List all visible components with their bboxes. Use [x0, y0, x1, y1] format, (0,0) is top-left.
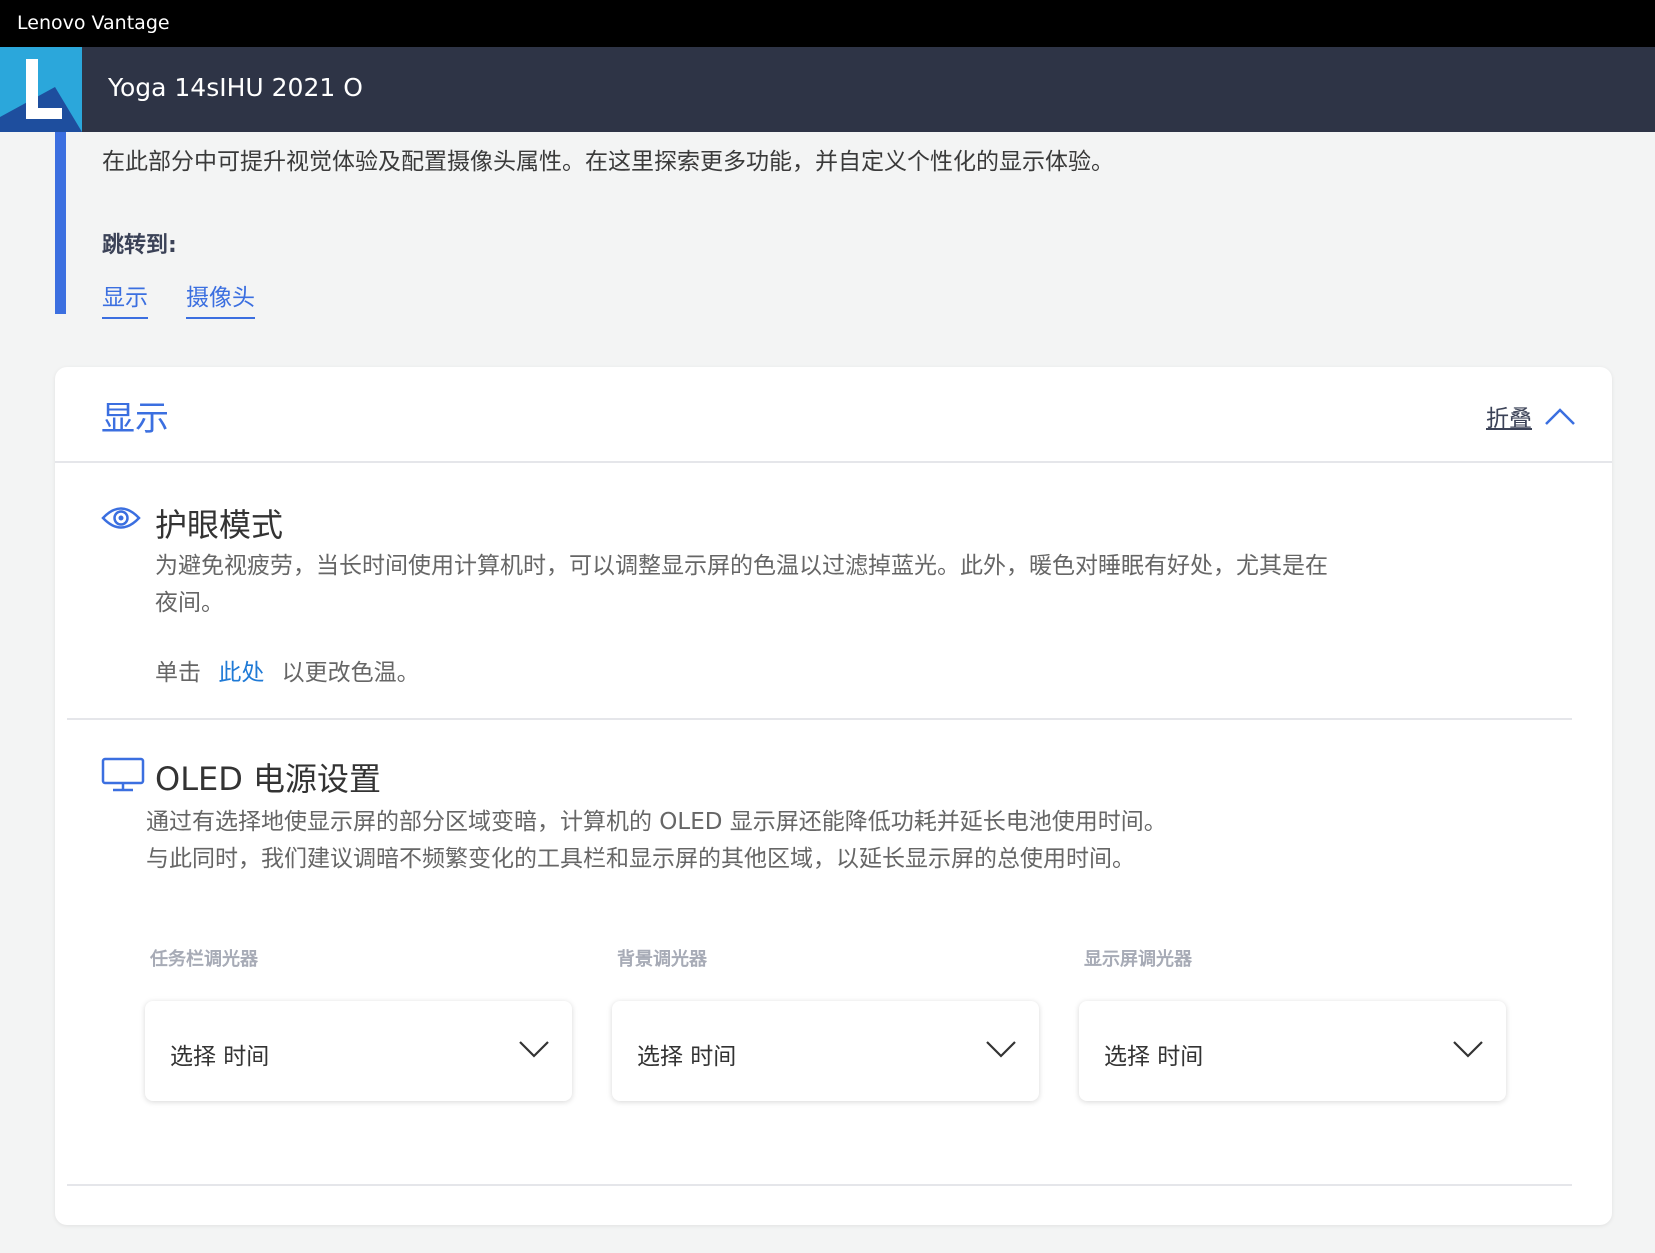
display-card: 显示 折叠 护眼模式 为避免视疲劳，当长时间使用计算机时，可以调整显示屏的色温以…	[55, 367, 1612, 1225]
oled-description: 通过有选择地使显示屏的部分区域变暗，计算机的 OLED 显示屏还能降低功耗并延长…	[146, 804, 1167, 878]
chevron-down-icon	[986, 1041, 1016, 1058]
chevron-up-icon	[1545, 408, 1575, 425]
intro-description: 在此部分中可提升视觉体验及配置摄像头属性。在这里探索更多功能，并自定义个性化的显…	[102, 149, 1114, 175]
click-prefix: 单击	[155, 660, 201, 686]
window-title: Lenovo Vantage	[17, 12, 170, 34]
eye-care-description: 为避免视疲劳，当长时间使用计算机时，可以调整显示屏的色温以过滤掉蓝光。此外，暖色…	[155, 548, 1328, 622]
background-dimmer-value: 选择 时间	[637, 1044, 737, 1070]
jump-link-display[interactable]: 显示	[102, 278, 148, 319]
change-color-temp-link[interactable]: 此处	[218, 660, 264, 686]
oled-desc-line2: 与此同时，我们建议调暗不频繁变化的工具栏和显示屏的其他区域，以延长显示屏的总使用…	[146, 846, 1135, 872]
eye-care-desc-line1: 为避免视疲劳，当长时间使用计算机时，可以调整显示屏的色温以过滤掉蓝光。此外，暖色…	[155, 553, 1328, 579]
taskbar-dimmer-select[interactable]: 选择 时间	[145, 1001, 572, 1101]
section-divider	[67, 718, 1572, 720]
display-dimmer-value: 选择 时间	[1104, 1044, 1204, 1070]
eye-care-desc-line2: 夜间。	[155, 590, 224, 616]
eye-care-click-text: 单击 此处 以更改色温。	[155, 655, 420, 692]
taskbar-dimmer-value: 选择 时间	[170, 1044, 270, 1070]
window-titlebar: Lenovo Vantage	[0, 0, 1655, 47]
eye-care-title: 护眼模式	[155, 506, 284, 544]
display-section-title: 显示	[101, 399, 169, 439]
intro-accent-bar	[55, 132, 66, 314]
collapse-label: 折叠	[1486, 406, 1532, 432]
intro-section: 在此部分中可提升视觉体验及配置摄像头属性。在这里探索更多功能，并自定义个性化的显…	[55, 132, 1555, 319]
chevron-down-icon	[519, 1041, 549, 1058]
display-dimmer-select[interactable]: 选择 时间	[1079, 1001, 1506, 1101]
lenovo-logo[interactable]	[0, 47, 82, 132]
jump-to-label: 跳转到:	[102, 233, 177, 258]
card-header-divider	[55, 461, 1612, 463]
device-name: Yoga 14sIHU 2021 O	[108, 73, 363, 102]
oled-title: OLED 电源设置	[155, 760, 382, 798]
collapse-button[interactable]: 折叠	[1486, 399, 1576, 433]
bottom-divider	[67, 1184, 1572, 1186]
taskbar-dimmer-label: 任务栏调光器	[150, 949, 258, 970]
monitor-icon	[101, 757, 145, 792]
app-header: Yoga 14sIHU 2021 O	[0, 47, 1655, 132]
click-suffix: 以更改色温。	[281, 660, 420, 686]
logo-icon	[0, 59, 82, 132]
display-dimmer-label: 显示屏调光器	[1084, 949, 1192, 970]
background-dimmer-label: 背景调光器	[617, 949, 707, 970]
jump-link-camera[interactable]: 摄像头	[186, 278, 255, 319]
eye-icon	[101, 507, 141, 529]
chevron-down-icon	[1453, 1041, 1483, 1058]
oled-desc-line1: 通过有选择地使显示屏的部分区域变暗，计算机的 OLED 显示屏还能降低功耗并延长…	[146, 809, 1167, 835]
background-dimmer-select[interactable]: 选择 时间	[612, 1001, 1039, 1101]
